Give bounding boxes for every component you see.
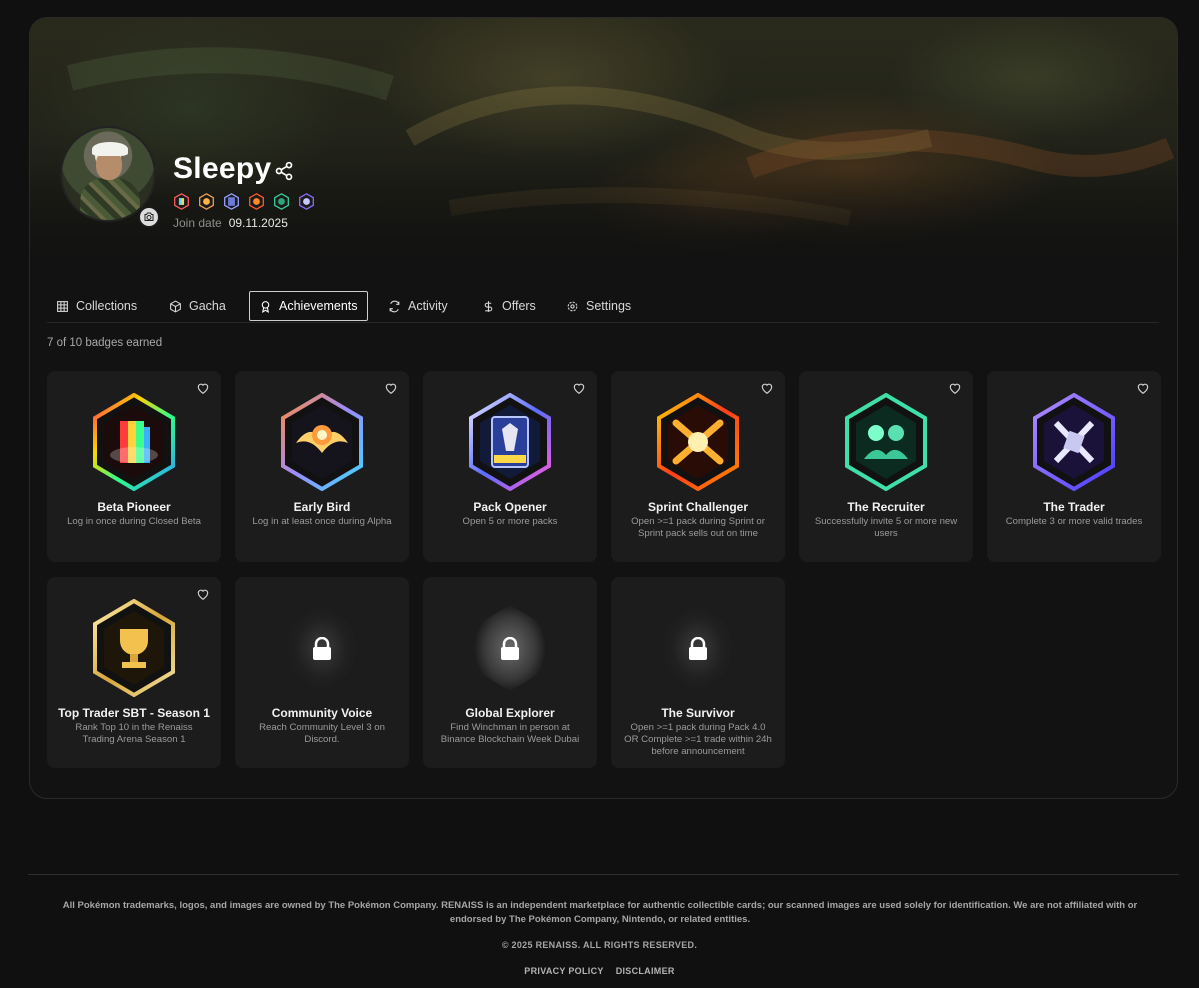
badge-title: The Recruiter [847,500,925,514]
award-icon [261,300,270,313]
tab-gacha[interactable]: Gacha [160,291,235,321]
privacy-policy-link[interactable]: PRIVACY POLICY [524,966,603,976]
camera-icon [144,212,154,221]
badge-card-beta-pioneer[interactable]: Beta Pioneer Log in once during Closed B… [47,371,221,562]
badge-card-sprint-challenger[interactable]: Sprint Challenger Open >=1 pack during S… [611,371,785,562]
mini-badge-fire-icon[interactable] [248,193,265,210]
mini-badge-pack-icon[interactable] [223,193,240,210]
badge-description: Successfully invite 5 or more new users [814,516,958,539]
badge-description: Reach Community Level 3 on Discord. [259,722,385,745]
badge-title: Pack Opener [473,500,547,514]
badge-card-the-trader[interactable]: The Trader Complete 3 or more valid trad… [987,371,1161,562]
refresh-icon [389,300,400,312]
tab-activity[interactable]: Activity [379,291,457,321]
join-date-row: Join date 09.11.2025 [173,216,288,230]
badge-title: The Survivor [661,706,735,720]
badge-title: Community Voice [271,706,373,720]
badge-description: Log in once during Closed Beta [67,516,201,527]
badge-card-the-recruiter[interactable]: The Recruiter Successfully invite 5 or m… [799,371,973,562]
badge-title: Global Explorer [465,706,555,720]
heart-icon[interactable] [760,381,774,395]
tab-label: Offers [502,299,536,313]
tab-label: Gacha [189,299,226,313]
early-bird-badge-icon [281,393,363,491]
tab-label: Achievements [279,299,358,313]
lock-icon [501,637,519,660]
tab-label: Collections [76,299,138,313]
badge-title: The Trader [1043,500,1105,514]
gear-icon [567,301,578,311]
footer-disclaimer-text: All Pokémon trademarks, logos, and image… [62,900,1138,925]
footer-copyright: © 2025 RENAISS. ALL RIGHTS RESERVED. [501,940,698,950]
dollar-icon [484,300,493,312]
mini-badge-purple-icon[interactable] [298,193,315,210]
tab-settings[interactable]: Settings [557,291,640,321]
mini-badge-rainbow-icon[interactable] [173,193,190,210]
heart-icon[interactable] [196,587,210,601]
badge-title: Early Bird [293,500,351,514]
badges-earned-count: 7 of 10 badges earned [47,337,163,349]
heart-icon[interactable] [948,381,962,395]
profile-card: Sleepy Join date 09.11.2025 Collections G… [29,17,1178,799]
badge-description: Rank Top 10 in the Renaiss Trading Arena… [75,722,193,745]
join-date-label: Join date [173,216,222,230]
badge-card-top-trader[interactable]: Top Trader SBT - Season 1 Rank Top 10 in… [47,577,221,768]
top-trader-badge-icon [93,599,175,697]
join-date-value: 09.11.2025 [228,216,288,230]
sprint-challenger-badge-icon [657,393,739,491]
mini-badge-row [173,193,315,210]
share-icon[interactable] [274,161,294,181]
badge-description: Open >=1 pack during Pack 4.0 OR Complet… [624,722,772,757]
tab-collections[interactable]: Collections [47,291,146,321]
tab-offers[interactable]: Offers [473,291,545,321]
heart-icon[interactable] [572,381,586,395]
mini-badge-bird-icon[interactable] [198,193,215,210]
beta-pioneer-badge-icon [93,393,175,491]
box-icon [170,299,181,313]
heart-icon[interactable] [384,381,398,395]
footer-links: PRIVACY POLICY DISCLAIMER [0,966,1199,976]
badge-card-the-survivor[interactable]: The Survivor Open >=1 pack during Pack 4… [611,577,785,768]
tab-label: Settings [586,299,632,313]
heart-icon[interactable] [1136,381,1150,395]
grid-icon [57,300,68,312]
profile-tabs: Collections Gacha Achievements Activity … [47,291,1159,323]
tab-label: Activity [408,299,448,313]
lock-icon [689,637,707,660]
badge-card-global-explorer[interactable]: Global Explorer Find Winchman in person … [423,577,597,768]
badge-description: Log in at least once during Alpha [252,516,392,527]
badge-description: Find Winchman in person at Binance Block… [440,722,580,745]
badge-title: Sprint Challenger [647,500,748,514]
badge-card-pack-opener[interactable]: Pack Opener Open 5 or more packs [423,371,597,562]
heart-icon[interactable] [196,381,210,395]
the-recruiter-badge-icon [845,393,927,491]
badge-card-early-bird[interactable]: Early Bird Log in at least once during A… [235,371,409,562]
change-avatar-button[interactable] [138,206,160,228]
tab-achievements[interactable]: Achievements [249,291,368,321]
badge-description: Open 5 or more packs [462,516,558,527]
badge-description: Open >=1 pack during Sprint or Sprint pa… [631,516,765,539]
profile-name: Sleepy [173,152,272,185]
mini-badge-green-icon[interactable] [273,193,290,210]
badge-description: Complete 3 or more valid trades [1005,516,1143,527]
lock-icon [313,637,331,660]
footer-divider [28,874,1179,875]
pack-opener-badge-icon [469,393,551,491]
disclaimer-link[interactable]: DISCLAIMER [616,966,675,976]
badge-title: Beta Pioneer [97,500,171,514]
the-trader-badge-icon [1033,393,1115,491]
badge-card-community-voice[interactable]: Community Voice Reach Community Level 3 … [235,577,409,768]
badge-title: Top Trader SBT - Season 1 [58,706,210,720]
